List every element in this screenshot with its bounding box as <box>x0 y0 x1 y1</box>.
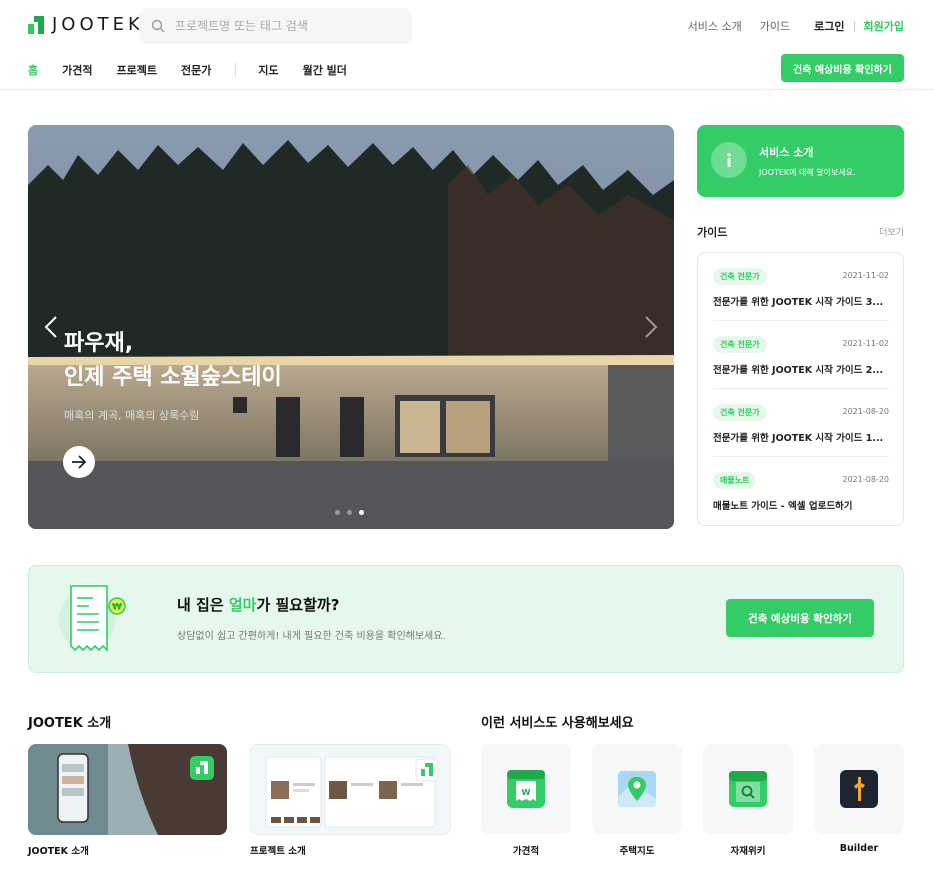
site-header: JOOTEK 서비스 소개 가이드 로그인 회원가입 홈 가견적 프로젝트 전문… <box>0 0 934 90</box>
intro-card-label[interactable]: JOOTEK 소개 <box>28 843 89 857</box>
service-intro-card[interactable]: 서비스 소개 JOOTEK에 대해 알아보세요. <box>697 125 904 197</box>
estimate-icon: W <box>507 770 545 808</box>
banner-desc: 상담없이 쉽고 간편하게! 내게 필요한 건축 비용을 확인해보세요. <box>177 631 446 642</box>
service-material-wiki[interactable] <box>703 744 793 834</box>
intro-card-image[interactable] <box>28 744 227 835</box>
guide-item[interactable]: 건축 전문가 2021-11-02 전문가를 위한 JOOTEK 시작 가이드 … <box>713 253 889 321</box>
arrow-right-icon <box>72 455 87 469</box>
link-service-intro[interactable]: 서비스 소개 <box>688 18 742 34</box>
hero-go-button[interactable] <box>63 446 95 478</box>
link-login[interactable]: 로그인 <box>814 18 844 34</box>
nav-project[interactable]: 프로젝트 <box>117 62 157 78</box>
logo-mark-icon <box>28 15 44 34</box>
guide-text: 전문가를 위한 JOOTEK 시작 가이드 3... <box>713 297 884 308</box>
service-builder[interactable] <box>814 744 904 834</box>
link-divider <box>853 20 855 32</box>
service-builder-label[interactable]: Builder <box>814 843 904 854</box>
hero-title-line2: 인제 주택 소월숲스테이 <box>64 365 282 390</box>
guide-tag: 건축 전문가 <box>713 268 767 285</box>
header-cost-button[interactable]: 건축 예상비용 확인하기 <box>781 54 904 82</box>
guide-date: 2021-11-02 <box>842 339 890 348</box>
nav-home[interactable]: 홈 <box>28 62 38 78</box>
service-house-map-label[interactable]: 주택지도 <box>592 843 682 857</box>
service-material-wiki-label[interactable]: 자재위키 <box>703 843 793 857</box>
guide-text: 매물노트 가이드 - 엑셀 업로드하기 <box>713 501 853 512</box>
nav-divider <box>235 63 237 77</box>
guide-text: 전문가를 위한 JOOTEK 시작 가이드 1... <box>713 433 884 444</box>
svg-text:W: W <box>522 788 531 797</box>
map-icon <box>618 771 656 807</box>
hero-dot[interactable] <box>347 510 352 515</box>
top-links: 서비스 소개 가이드 로그인 회원가입 <box>688 18 904 34</box>
logo-text: JOOTEK <box>52 14 144 35</box>
guide-section-title: 가이드 <box>697 226 728 239</box>
intro-section-title: JOOTEK 소개 <box>28 716 112 731</box>
guide-date: 2021-11-02 <box>842 271 890 280</box>
project-card-label[interactable]: 프로젝트 소개 <box>250 843 306 857</box>
banner-title-post: 가 필요할까? <box>256 596 340 614</box>
guide-list: 건축 전문가 2021-11-02 전문가를 위한 JOOTEK 시작 가이드 … <box>697 252 904 526</box>
hero-pagination <box>335 510 364 515</box>
service-estimate-label[interactable]: 가견적 <box>481 843 571 857</box>
guide-item[interactable]: 건축 전문가 2021-08-20 전문가를 위한 JOOTEK 시작 가이드 … <box>713 389 889 457</box>
banner-cost-button[interactable]: 건축 예상비용 확인하기 <box>726 599 874 637</box>
hero-prev-arrow-icon[interactable] <box>44 315 58 343</box>
receipt-icon: ₩ <box>59 585 126 652</box>
services-section-title: 이런 서비스도 사용해보세요 <box>481 716 634 731</box>
hero-carousel[interactable]: 파우재, 인제 주택 소월숲스테이 매혹의 계곡, 매혹의 상록수림 <box>28 125 674 529</box>
info-icon <box>711 142 747 178</box>
svg-text:₩: ₩ <box>112 603 122 613</box>
service-intro-title: 서비스 소개 <box>759 146 814 159</box>
search-bar[interactable] <box>139 8 412 44</box>
project-card-image[interactable] <box>250 744 451 835</box>
guide-tag: 건축 전문가 <box>713 336 767 353</box>
cost-banner: ₩ 내 집은 얼마가 필요할까? 상담없이 쉽고 간편하게! 내게 필요한 건축… <box>28 565 904 673</box>
service-estimate[interactable]: W <box>481 744 571 834</box>
nav-monthly-builder[interactable]: 월간 빌더 <box>303 62 347 78</box>
guide-tag: 건축 전문가 <box>713 404 767 421</box>
search-input[interactable] <box>175 19 395 33</box>
guide-tag: 매물노트 <box>713 472 757 489</box>
logo[interactable]: JOOTEK <box>28 14 144 35</box>
nav-expert[interactable]: 전문가 <box>181 62 211 78</box>
guide-item[interactable]: 건축 전문가 2021-11-02 전문가를 위한 JOOTEK 시작 가이드 … <box>713 321 889 389</box>
hero-title-line1: 파우재, <box>64 331 134 356</box>
nav-estimate[interactable]: 가견적 <box>62 62 92 78</box>
guide-date: 2021-08-20 <box>842 475 890 484</box>
hero-title: 파우재, 인제 주택 소월숲스테이 <box>64 327 282 395</box>
guide-item[interactable]: 매물노트 2021-08-20 매물노트 가이드 - 엑셀 업로드하기 <box>713 457 889 525</box>
hero-dot[interactable] <box>335 510 340 515</box>
wiki-icon <box>729 771 767 807</box>
service-house-map[interactable] <box>592 744 682 834</box>
link-signup[interactable]: 회원가입 <box>864 18 904 34</box>
nav-map[interactable]: 지도 <box>258 62 278 78</box>
banner-title: 내 집은 얼마가 필요할까? <box>177 594 339 615</box>
hero-subtitle: 매혹의 계곡, 매혹의 상록수림 <box>64 409 200 422</box>
link-guide[interactable]: 가이드 <box>760 18 790 34</box>
builder-icon <box>840 770 878 808</box>
guide-text: 전문가를 위한 JOOTEK 시작 가이드 2... <box>713 365 884 376</box>
main-nav: 홈 가견적 프로젝트 전문가 지도 월간 빌더 <box>28 62 371 78</box>
guide-date: 2021-08-20 <box>842 407 890 416</box>
hero-next-arrow-icon[interactable] <box>644 315 658 343</box>
hero-dot-active[interactable] <box>359 510 364 515</box>
service-intro-desc: JOOTEK에 대해 알아보세요. <box>759 168 856 177</box>
banner-title-highlight: 얼마 <box>228 596 257 614</box>
search-icon <box>151 19 165 33</box>
guide-more-link[interactable]: 더보기 <box>879 225 904 238</box>
banner-title-pre: 내 집은 <box>177 596 229 614</box>
